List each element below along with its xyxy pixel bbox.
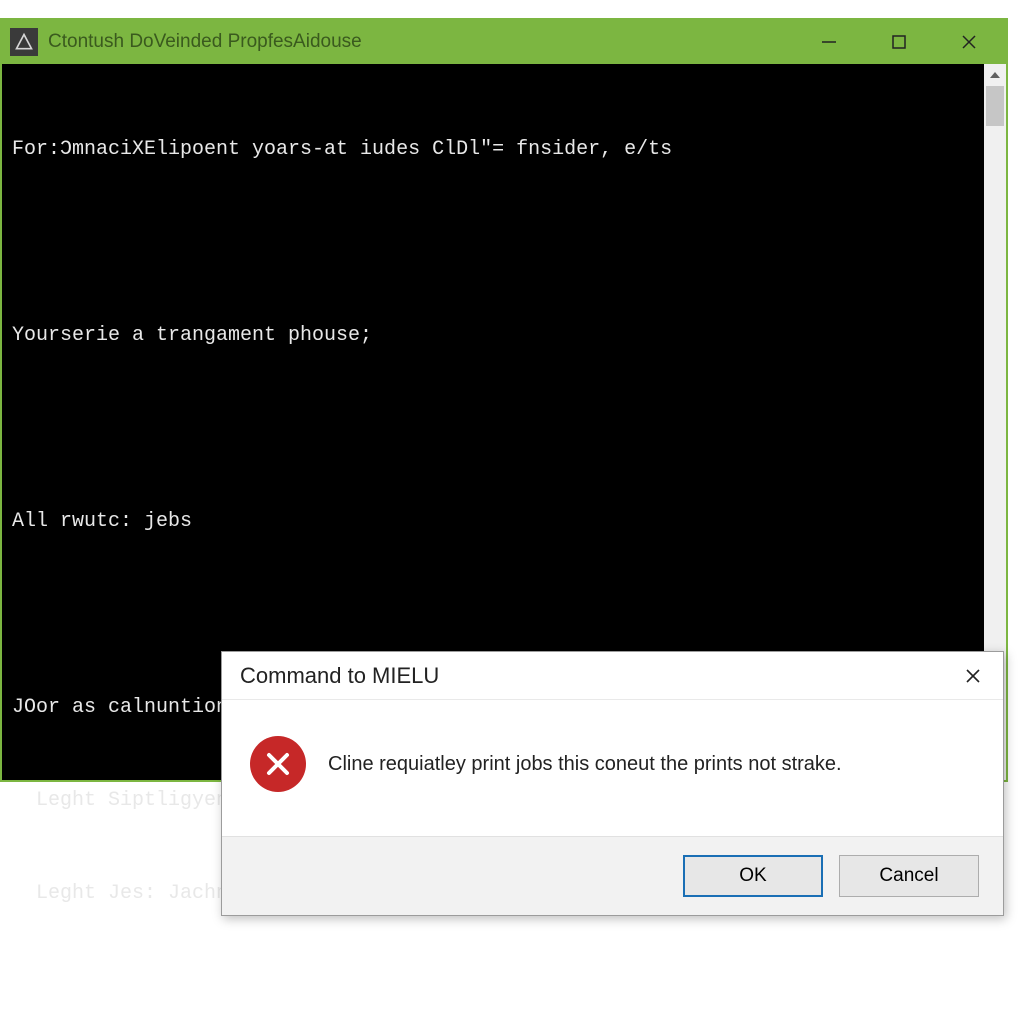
terminal-line [12,413,996,444]
terminal-line: For:ƆmnaciXElipoent yoars-at iudes ClDl"… [12,134,996,165]
dialog-window: Command to MIELU Cline requiatley print … [221,651,1004,916]
dialog-close-button[interactable] [949,656,997,696]
terminal-line [12,227,996,258]
terminal-line [12,599,996,630]
dialog-message: Cline requiatley print jobs this coneut … [328,751,842,777]
terminal-line: All rwutc: jebs [12,506,996,537]
dialog-title: Command to MIELU [240,663,949,689]
terminal-line: Yourserie a trangament phouse; [12,320,996,351]
scrollbar-thumb[interactable] [986,86,1004,126]
window-controls [794,20,1004,64]
close-button[interactable] [934,20,1004,64]
cancel-button[interactable]: Cancel [839,855,979,897]
ok-button[interactable]: OK [683,855,823,897]
minimize-button[interactable] [794,20,864,64]
scrollbar-up-icon[interactable] [984,64,1006,86]
error-icon [250,736,306,792]
terminal-title: Ctontush DoVeinded PropfesAidouse [48,31,794,53]
dialog-footer: OK Cancel [222,836,1003,915]
app-icon [10,28,38,56]
dialog-titlebar: Command to MIELU [222,652,1003,700]
dialog-body: Cline requiatley print jobs this coneut … [222,700,1003,836]
terminal-titlebar: Ctontush DoVeinded PropfesAidouse [2,20,1006,64]
maximize-button[interactable] [864,20,934,64]
